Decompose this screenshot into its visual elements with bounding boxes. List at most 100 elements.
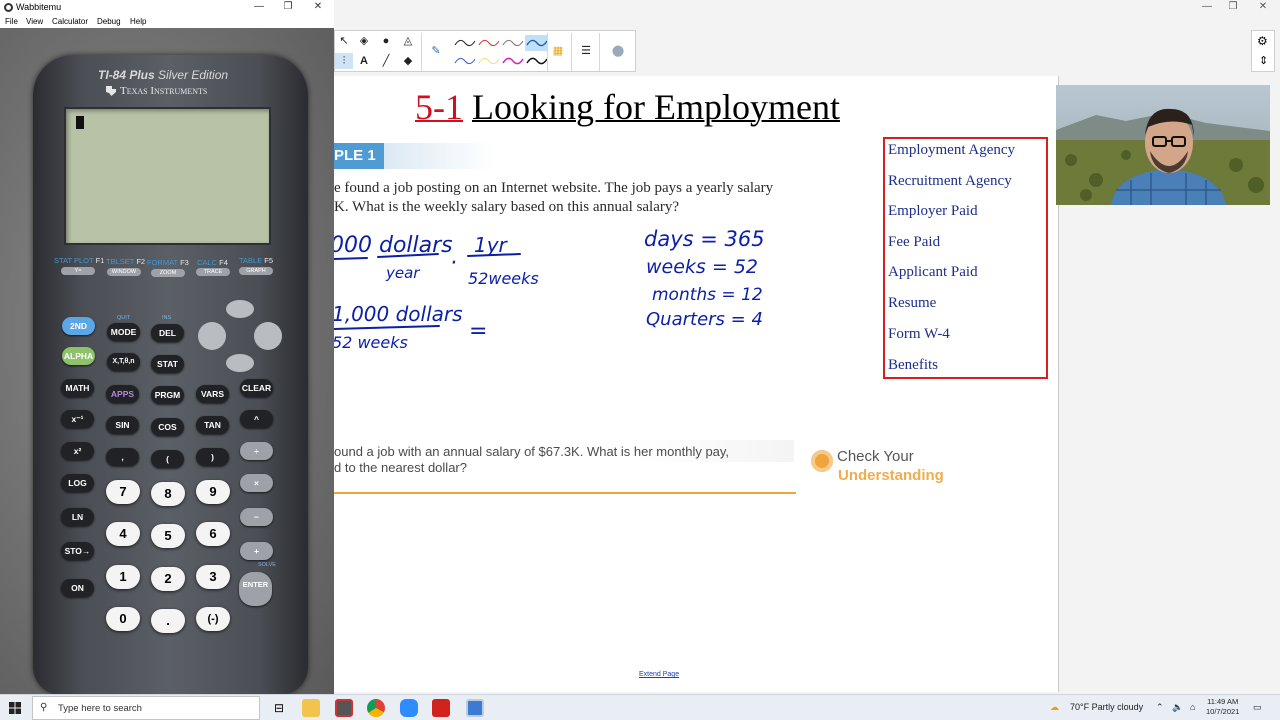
toolbar-separator (547, 33, 548, 71)
key-plus[interactable]: + (240, 542, 273, 560)
key-mode[interactable]: MODE (107, 323, 140, 341)
key-3[interactable]: 3 (196, 565, 230, 589)
pen-icon[interactable]: ✎ (427, 43, 445, 59)
key-negative[interactable]: (-) (196, 607, 230, 631)
key-9[interactable]: 9 (196, 480, 230, 504)
solve-label: SOLVE (258, 562, 276, 568)
zoom-icon[interactable] (400, 699, 418, 717)
arrow-left-key[interactable] (198, 322, 226, 350)
extend-page-link[interactable]: Extend Page (639, 671, 679, 678)
notifications-icon[interactable]: ▭ (1253, 702, 1262, 713)
gear-icon[interactable]: ⚙ (1257, 34, 1268, 48)
volume-icon[interactable]: 🔈 (1172, 702, 1183, 713)
wabbitemu-taskbar-icon[interactable] (335, 699, 353, 717)
key-math[interactable]: MATH (61, 379, 94, 397)
windows-start-icon[interactable] (9, 702, 21, 714)
key-2[interactable]: 2 (151, 567, 185, 591)
task-view-icon[interactable]: ⊟ (270, 699, 288, 717)
key-xtn[interactable]: X,T,θ,n (107, 353, 140, 371)
key-left-paren[interactable]: ( (151, 450, 184, 468)
menu-debug[interactable]: Debug (97, 17, 121, 26)
pen-presets-icon[interactable] (451, 33, 551, 71)
key-0[interactable]: 0 (106, 607, 140, 631)
line-style-icon[interactable]: ☰ (577, 43, 595, 59)
key-decimal[interactable]: . (151, 609, 185, 633)
weather-text[interactable]: 70°F Partly cloudy (1070, 702, 1143, 712)
minimize-button[interactable]: — (244, 0, 274, 14)
app-maximize-button[interactable]: ❐ (1218, 0, 1248, 14)
key-clear[interactable]: CLEAR (240, 379, 273, 397)
key-zoom[interactable]: ZOOM (151, 269, 185, 277)
key-alpha[interactable]: ALPHA (62, 347, 95, 365)
key-multiply[interactable]: × (240, 474, 273, 492)
key-power[interactable]: ^ (240, 410, 273, 428)
key-cos[interactable]: COS (151, 418, 184, 436)
weather-icon[interactable]: ☁ (1050, 702, 1059, 713)
key-right-paren[interactable]: ) (196, 448, 229, 466)
key-sto[interactable]: STO→ (61, 542, 94, 560)
text-tool-icon[interactable]: A (355, 53, 373, 69)
shapes-icon[interactable]: ◈ (355, 33, 373, 49)
conv2-denominator: 52weeks (468, 269, 539, 288)
key-window[interactable]: WINDOW (107, 268, 141, 276)
app-close-button[interactable]: ✕ (1248, 0, 1278, 14)
fill-icon[interactable]: ● (377, 33, 395, 49)
key-divide[interactable]: ÷ (240, 442, 273, 460)
scroll-arrows-icon[interactable]: ⇕ (1259, 54, 1268, 67)
whiteboard-app-icon[interactable] (466, 699, 484, 717)
key-prgm[interactable]: PRGM (151, 386, 184, 404)
key-log[interactable]: LOG (61, 474, 94, 492)
chrome-icon[interactable] (367, 699, 385, 717)
whiteboard-page[interactable]: 5-1 Looking for Employment PLE 1 e found… (334, 76, 1059, 692)
equalizer-icon[interactable]: ⫶ (335, 53, 353, 69)
vocabulary-box: Employment Agency Recruitment Agency Emp… (883, 137, 1048, 379)
key-vars[interactable]: VARS (196, 385, 229, 403)
key-trace[interactable]: TRACE (196, 268, 230, 276)
key-8[interactable]: 8 (151, 482, 185, 506)
menu-calculator[interactable]: Calculator (52, 17, 88, 26)
search-icon: ⚲ (40, 702, 48, 713)
key-comma[interactable]: , (106, 448, 139, 466)
key-on[interactable]: ON (61, 579, 94, 597)
arrow-up-key[interactable] (226, 300, 254, 318)
key-enter[interactable]: ENTER (239, 572, 272, 606)
key-2nd[interactable]: 2ND (62, 317, 95, 335)
key-1[interactable]: 1 (106, 565, 140, 589)
key-sin[interactable]: SIN (106, 416, 139, 434)
key-apps[interactable]: APPS (106, 385, 139, 403)
clock[interactable]: 11:49 AM 10/7/2021 (1206, 697, 1239, 717)
vocab-item: Applicant Paid (888, 264, 978, 280)
key-stat[interactable]: STAT (151, 355, 184, 373)
key-ln[interactable]: LN (61, 508, 94, 526)
menu-view[interactable]: View (26, 17, 43, 26)
key-del[interactable]: DEL (151, 324, 184, 342)
key-7[interactable]: 7 (106, 480, 140, 504)
taskbar-search[interactable]: ⚲ Type here to search (32, 696, 260, 720)
network-icon[interactable]: ⌂ (1190, 702, 1195, 712)
file-explorer-icon[interactable] (302, 699, 320, 717)
vocab-item: Fee Paid (888, 234, 941, 250)
acrobat-icon[interactable] (432, 699, 450, 717)
key-6[interactable]: 6 (196, 522, 230, 546)
key-minus[interactable]: − (240, 508, 273, 526)
key-y-equals[interactable]: Y= (61, 267, 95, 275)
key-inverse[interactable]: x⁻¹ (61, 410, 94, 428)
menu-help[interactable]: Help (130, 17, 146, 26)
lasso-icon[interactable]: ◬ (399, 33, 417, 49)
key-graph[interactable]: GRAPH (239, 267, 273, 275)
eraser-icon[interactable]: ◆ (399, 53, 417, 69)
maximize-button[interactable]: ❐ (273, 0, 303, 14)
arrow-right-key[interactable] (254, 322, 282, 350)
line-tool-icon[interactable]: ╱ (377, 53, 395, 69)
key-5[interactable]: 5 (151, 524, 185, 548)
color-picker-icon[interactable]: ⬤ (609, 43, 627, 59)
grid-icon[interactable]: ▦ (549, 43, 567, 59)
close-button[interactable]: ✕ (303, 0, 333, 14)
select-arrow-icon[interactable]: ↖ (335, 33, 353, 49)
key-square[interactable]: x² (61, 442, 94, 460)
arrow-down-key[interactable] (226, 354, 254, 372)
menu-file[interactable]: File (5, 17, 18, 26)
key-tan[interactable]: TAN (196, 416, 229, 434)
key-4[interactable]: 4 (106, 522, 140, 546)
tray-chevron-icon[interactable]: ⌃ (1156, 702, 1164, 713)
